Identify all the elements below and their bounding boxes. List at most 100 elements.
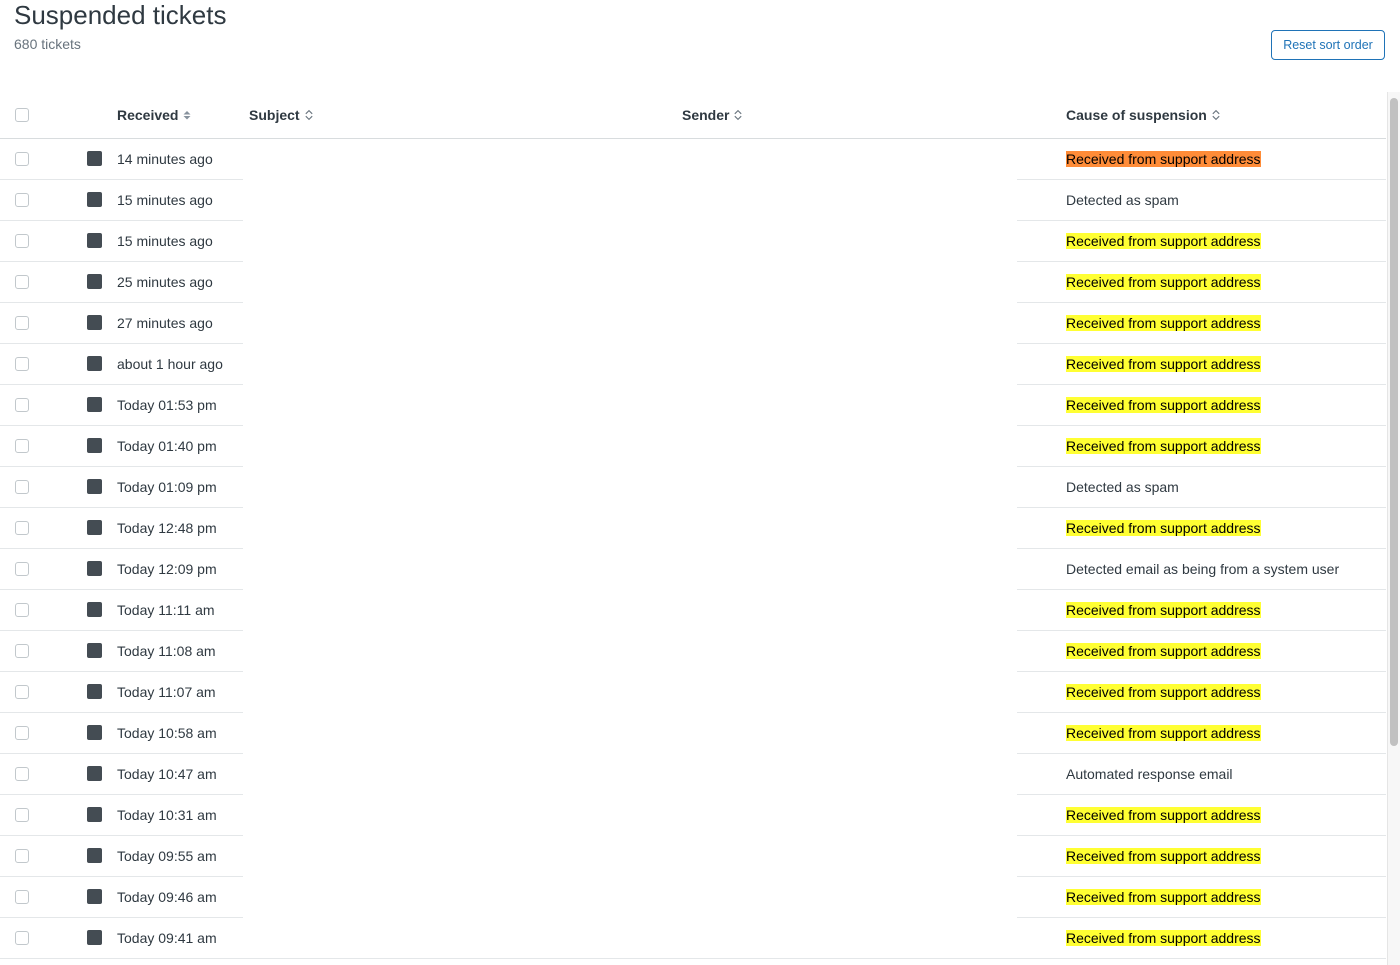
received-cell: Today 09:55 am [117, 848, 217, 864]
column-label-received: Received [117, 107, 179, 123]
cause-cell: Received from support address [1066, 151, 1261, 167]
row-checkbox[interactable] [15, 808, 29, 822]
received-cell: Today 11:07 am [117, 684, 216, 700]
table-row[interactable]: Today 10:58 am Received from support addr… [0, 713, 1386, 754]
row-checkbox[interactable] [15, 193, 29, 207]
sort-icon [304, 109, 313, 121]
cause-cell: Detected as spam [1066, 479, 1179, 495]
row-checkbox[interactable] [15, 398, 29, 412]
ticket-status-icon [87, 151, 102, 166]
column-label-subject: Subject [249, 107, 300, 123]
received-cell: 27 minutes ago [117, 315, 213, 331]
table-row[interactable]: Today 09:55 am Received from support addr… [0, 836, 1386, 877]
ticket-status-icon [87, 397, 102, 412]
row-checkbox[interactable] [15, 562, 29, 576]
cause-cell: Received from support address [1066, 684, 1261, 700]
table-row[interactable]: 27 minutes ago Received from support addr… [0, 303, 1386, 344]
row-checkbox[interactable] [15, 685, 29, 699]
ticket-status-icon [87, 848, 102, 863]
table-row[interactable]: Today 01:09 pm Detected as spam [0, 467, 1386, 508]
row-checkbox[interactable] [15, 890, 29, 904]
received-cell: about 1 hour ago [117, 356, 223, 372]
table-body: 14 minutes ago Received from support addr… [0, 139, 1386, 959]
cause-cell: Received from support address [1066, 643, 1261, 659]
column-header-cause[interactable]: Cause of suspension [1066, 107, 1221, 123]
table-row[interactable]: Today 01:40 pm Received from support addr… [0, 426, 1386, 467]
table-row[interactable]: Today 11:11 am Received from support addr… [0, 590, 1386, 631]
row-checkbox[interactable] [15, 152, 29, 166]
column-header-sender[interactable]: Sender [682, 107, 743, 123]
received-cell: 25 minutes ago [117, 274, 213, 290]
column-header-received[interactable]: Received [117, 107, 192, 123]
received-cell: Today 11:08 am [117, 643, 216, 659]
ticket-status-icon [87, 602, 102, 617]
vertical-scrollbar[interactable] [1387, 92, 1400, 965]
column-header-subject[interactable]: Subject [249, 107, 314, 123]
table-row[interactable]: 15 minutes ago Received from support addr… [0, 221, 1386, 262]
table-row[interactable]: Today 11:07 am Received from support addr… [0, 672, 1386, 713]
table-row[interactable]: Today 10:31 am Received from support addr… [0, 795, 1386, 836]
cause-cell: Received from support address [1066, 848, 1261, 864]
cause-cell: Received from support address [1066, 397, 1261, 413]
received-cell: Today 10:58 am [117, 725, 217, 741]
cause-cell: Received from support address [1066, 889, 1261, 905]
table-row[interactable]: Today 09:41 am Received from support addr… [0, 918, 1386, 959]
cause-cell: Received from support address [1066, 725, 1261, 741]
ticket-status-icon [87, 684, 102, 699]
row-checkbox[interactable] [15, 931, 29, 945]
cause-cell: Received from support address [1066, 520, 1261, 536]
table-row[interactable]: Today 12:48 pm Received from support addr… [0, 508, 1386, 549]
row-checkbox[interactable] [15, 439, 29, 453]
table-row[interactable]: about 1 hour ago Received from support ad… [0, 344, 1386, 385]
table-row[interactable]: Today 12:09 pm Detected email as being fr… [0, 549, 1386, 590]
table-row[interactable]: 14 minutes ago Received from support addr… [0, 139, 1386, 180]
select-all-checkbox[interactable] [15, 108, 29, 122]
cause-cell: Received from support address [1066, 807, 1261, 823]
ticket-status-icon [87, 766, 102, 781]
row-checkbox[interactable] [15, 234, 29, 248]
cause-cell: Received from support address [1066, 274, 1261, 290]
column-label-sender: Sender [682, 107, 730, 123]
received-cell: Today 01:53 pm [117, 397, 217, 413]
row-checkbox[interactable] [15, 521, 29, 535]
table-row[interactable]: Today 01:53 pm Received from support addr… [0, 385, 1386, 426]
row-checkbox[interactable] [15, 316, 29, 330]
ticket-status-icon [87, 356, 102, 371]
row-checkbox[interactable] [15, 480, 29, 494]
reset-sort-order-button[interactable]: Reset sort order [1271, 30, 1385, 60]
cause-cell: Received from support address [1066, 930, 1261, 946]
sort-active-icon [183, 111, 191, 120]
scrollbar-thumb[interactable] [1390, 98, 1398, 746]
cause-cell: Detected as spam [1066, 192, 1179, 208]
row-checkbox[interactable] [15, 767, 29, 781]
table-row[interactable]: Today 10:47 am Automated response email [0, 754, 1386, 795]
ticket-status-icon [87, 725, 102, 740]
ticket-status-icon [87, 930, 102, 945]
cause-cell: Received from support address [1066, 233, 1261, 249]
table-row[interactable]: 15 minutes ago Detected as spam [0, 180, 1386, 221]
row-checkbox[interactable] [15, 357, 29, 371]
cause-cell: Received from support address [1066, 438, 1261, 454]
received-cell: 15 minutes ago [117, 233, 213, 249]
received-cell: Today 01:40 pm [117, 438, 217, 454]
row-checkbox[interactable] [15, 603, 29, 617]
table-row[interactable]: 25 minutes ago Received from support addr… [0, 262, 1386, 303]
table-row[interactable]: Today 11:08 am Received from support addr… [0, 631, 1386, 672]
received-cell: Today 12:48 pm [117, 520, 217, 536]
row-checkbox[interactable] [15, 275, 29, 289]
row-checkbox[interactable] [15, 849, 29, 863]
ticket-status-icon [87, 561, 102, 576]
row-divider [0, 958, 1386, 959]
received-cell: Today 10:47 am [117, 766, 217, 782]
row-checkbox[interactable] [15, 726, 29, 740]
received-cell: Today 12:09 pm [117, 561, 217, 577]
row-checkbox[interactable] [15, 644, 29, 658]
table-row[interactable]: Today 09:46 am Received from support addr… [0, 877, 1386, 918]
table-header-row: Received Subject Sender Cause of suspens… [0, 92, 1386, 139]
ticket-status-icon [87, 807, 102, 822]
ticket-status-icon [87, 643, 102, 658]
cause-cell: Received from support address [1066, 356, 1261, 372]
received-cell: Today 01:09 pm [117, 479, 217, 495]
ticket-status-icon [87, 192, 102, 207]
ticket-status-icon [87, 479, 102, 494]
